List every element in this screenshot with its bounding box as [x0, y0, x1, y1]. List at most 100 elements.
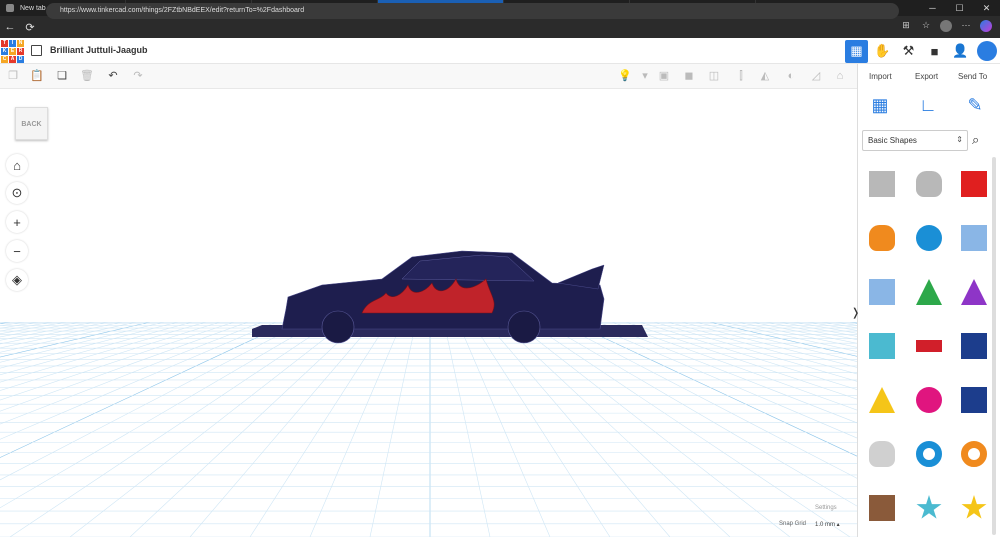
back-arrow-icon[interactable]: ← — [0, 21, 20, 33]
import-button[interactable]: Import — [869, 72, 892, 81]
shape-round-roof-icon[interactable] — [866, 330, 898, 362]
grid-line — [0, 322, 305, 481]
menu-icon[interactable] — [31, 45, 42, 56]
shape-polygon-icon[interactable] — [958, 384, 990, 416]
settings-link[interactable]: Settings — [815, 505, 837, 511]
workplane-icon[interactable]: ◿ — [809, 69, 823, 83]
shape-box-icon[interactable] — [958, 168, 990, 200]
grid-line — [309, 322, 403, 537]
logo-letter: K — [1, 48, 8, 55]
shape-tube-icon[interactable] — [958, 438, 990, 470]
maximize-icon[interactable]: ☐ — [946, 0, 973, 16]
duplicate-icon[interactable]: ❏ — [55, 69, 69, 83]
header-actions: ▦ ✋ ⚒ ■ 👤 — [845, 38, 1000, 64]
3d-view-icon[interactable]: ▦ — [845, 39, 868, 63]
logo-letter: N — [17, 40, 24, 47]
grid-line — [69, 322, 347, 537]
ungroup-icon[interactable]: ◫ — [707, 69, 721, 83]
home-view-icon[interactable]: ⌂ — [6, 154, 28, 176]
sim-lab-icon[interactable]: ✋ — [871, 40, 894, 63]
copilot-icon[interactable] — [980, 20, 992, 32]
shape-pyramid-icon[interactable] — [866, 384, 898, 416]
reload-icon[interactable]: ⟳ — [20, 21, 40, 34]
shape-swatch — [916, 340, 942, 352]
fit-view-icon[interactable]: ⊙ — [6, 182, 28, 204]
light-bulb-icon[interactable]: 💡 — [618, 69, 632, 83]
export-button[interactable]: Export — [915, 72, 938, 81]
send-to-button[interactable]: Send To — [958, 72, 987, 81]
shape-torus-icon[interactable] — [913, 438, 945, 470]
shape-graphics-icon[interactable] — [866, 276, 898, 308]
zoom-out-icon[interactable]: − — [6, 240, 28, 262]
grid-line — [249, 322, 389, 537]
shape-text-icon[interactable] — [913, 330, 945, 362]
window-controls: + ─ ☐ ✕ — [777, 0, 1000, 16]
shape-sphere-icon[interactable] — [913, 222, 945, 254]
align-icon[interactable]: ⫿ — [734, 69, 748, 83]
shape-cylinder-icon[interactable] — [866, 222, 898, 254]
shape-swatch — [961, 225, 987, 251]
shape-cylinder-hole-icon[interactable] — [913, 168, 945, 200]
close-window-icon[interactable]: ✕ — [973, 0, 1000, 16]
delete-icon[interactable]: 🗑 — [80, 69, 94, 83]
notes-icon[interactable]: ✎ — [963, 95, 987, 119]
grid-line — [369, 322, 417, 537]
logo-letter: D — [17, 56, 24, 63]
logo-letter: I — [9, 40, 16, 47]
tinkercad-logo[interactable]: TIN KER CAD — [1, 40, 24, 63]
codeblocks-icon[interactable]: ■ — [923, 40, 946, 63]
ruler-icon[interactable]: ⌂ — [833, 69, 847, 83]
workplane-grid-icon[interactable]: ▦ — [868, 95, 892, 119]
zoom-in-icon[interactable]: + — [6, 211, 28, 233]
car-wheel-rear — [507, 310, 541, 344]
shape-roof-icon[interactable] — [913, 276, 945, 308]
snap-grid-value[interactable]: 1.0 mm ▴ — [815, 521, 840, 528]
circuits-icon[interactable]: ⚒ — [897, 40, 920, 63]
split-screen-icon[interactable]: ⊞ — [900, 20, 912, 32]
shape-swatch — [961, 387, 987, 413]
car-wheel-front — [321, 310, 355, 344]
mirror-icon[interactable]: ◭ — [758, 69, 772, 83]
workplane-viewport[interactable] — [0, 89, 857, 537]
note-icon[interactable]: ▣ — [657, 69, 671, 83]
shape-star-blue-icon[interactable] — [913, 492, 945, 524]
panel-scrollbar[interactable] — [992, 157, 996, 535]
shape-icosahedron-icon[interactable] — [866, 492, 898, 524]
ruler-tool-icon[interactable]: ∟ — [916, 95, 940, 119]
perspective-icon[interactable]: ◈ — [6, 269, 28, 291]
dropdown-icon[interactable]: ▾ — [638, 69, 652, 83]
extensions-icon[interactable]: ⋯ — [960, 20, 972, 32]
grid-line — [9, 322, 333, 537]
avatar[interactable] — [977, 41, 997, 61]
add-user-icon[interactable]: 👤 — [949, 40, 972, 63]
shape-cone-icon[interactable] — [958, 276, 990, 308]
grid-line — [751, 322, 857, 344]
collapse-panel-icon[interactable]: ❭ — [851, 306, 860, 319]
undo-icon[interactable]: ↶ — [106, 69, 120, 83]
group-icon[interactable]: ◼ — [682, 69, 696, 83]
search-icon[interactable]: ⌕ — [972, 132, 979, 148]
copy-icon[interactable]: ❐ — [6, 69, 20, 83]
shape-box-hole-icon[interactable] — [866, 168, 898, 200]
design-title[interactable]: Brilliant Juttuli-Jaagub — [50, 45, 148, 55]
car-model[interactable] — [252, 249, 652, 345]
paste-icon[interactable]: 📋 — [30, 69, 44, 83]
profile-icon[interactable] — [940, 20, 952, 32]
favorite-icon[interactable]: ☆ — [920, 20, 932, 32]
redo-icon[interactable]: ↷ — [131, 69, 145, 83]
snap-grid-value-text: 1.0 mm — [815, 522, 836, 528]
minimize-icon[interactable]: ─ — [919, 0, 946, 16]
grid-line — [471, 322, 611, 537]
shape-star-icon[interactable] — [958, 492, 990, 524]
url-input[interactable]: https://www.tinkercad.com/things/2FZtbNB… — [46, 3, 899, 19]
workplane-grid[interactable] — [0, 322, 857, 537]
shape-half-sphere-icon[interactable] — [913, 384, 945, 416]
back-view-button[interactable]: BACK — [15, 107, 48, 140]
shape-library-select[interactable]: Basic Shapes ⇕ — [862, 130, 968, 151]
shape-wedge-icon[interactable] — [958, 330, 990, 362]
shape-swatch — [869, 495, 895, 521]
shape-swatch — [961, 441, 987, 467]
cruise-icon[interactable]: ◐ — [784, 69, 798, 83]
shape-paraboloid-icon[interactable] — [866, 438, 898, 470]
shape-scribble-icon[interactable] — [958, 222, 990, 254]
